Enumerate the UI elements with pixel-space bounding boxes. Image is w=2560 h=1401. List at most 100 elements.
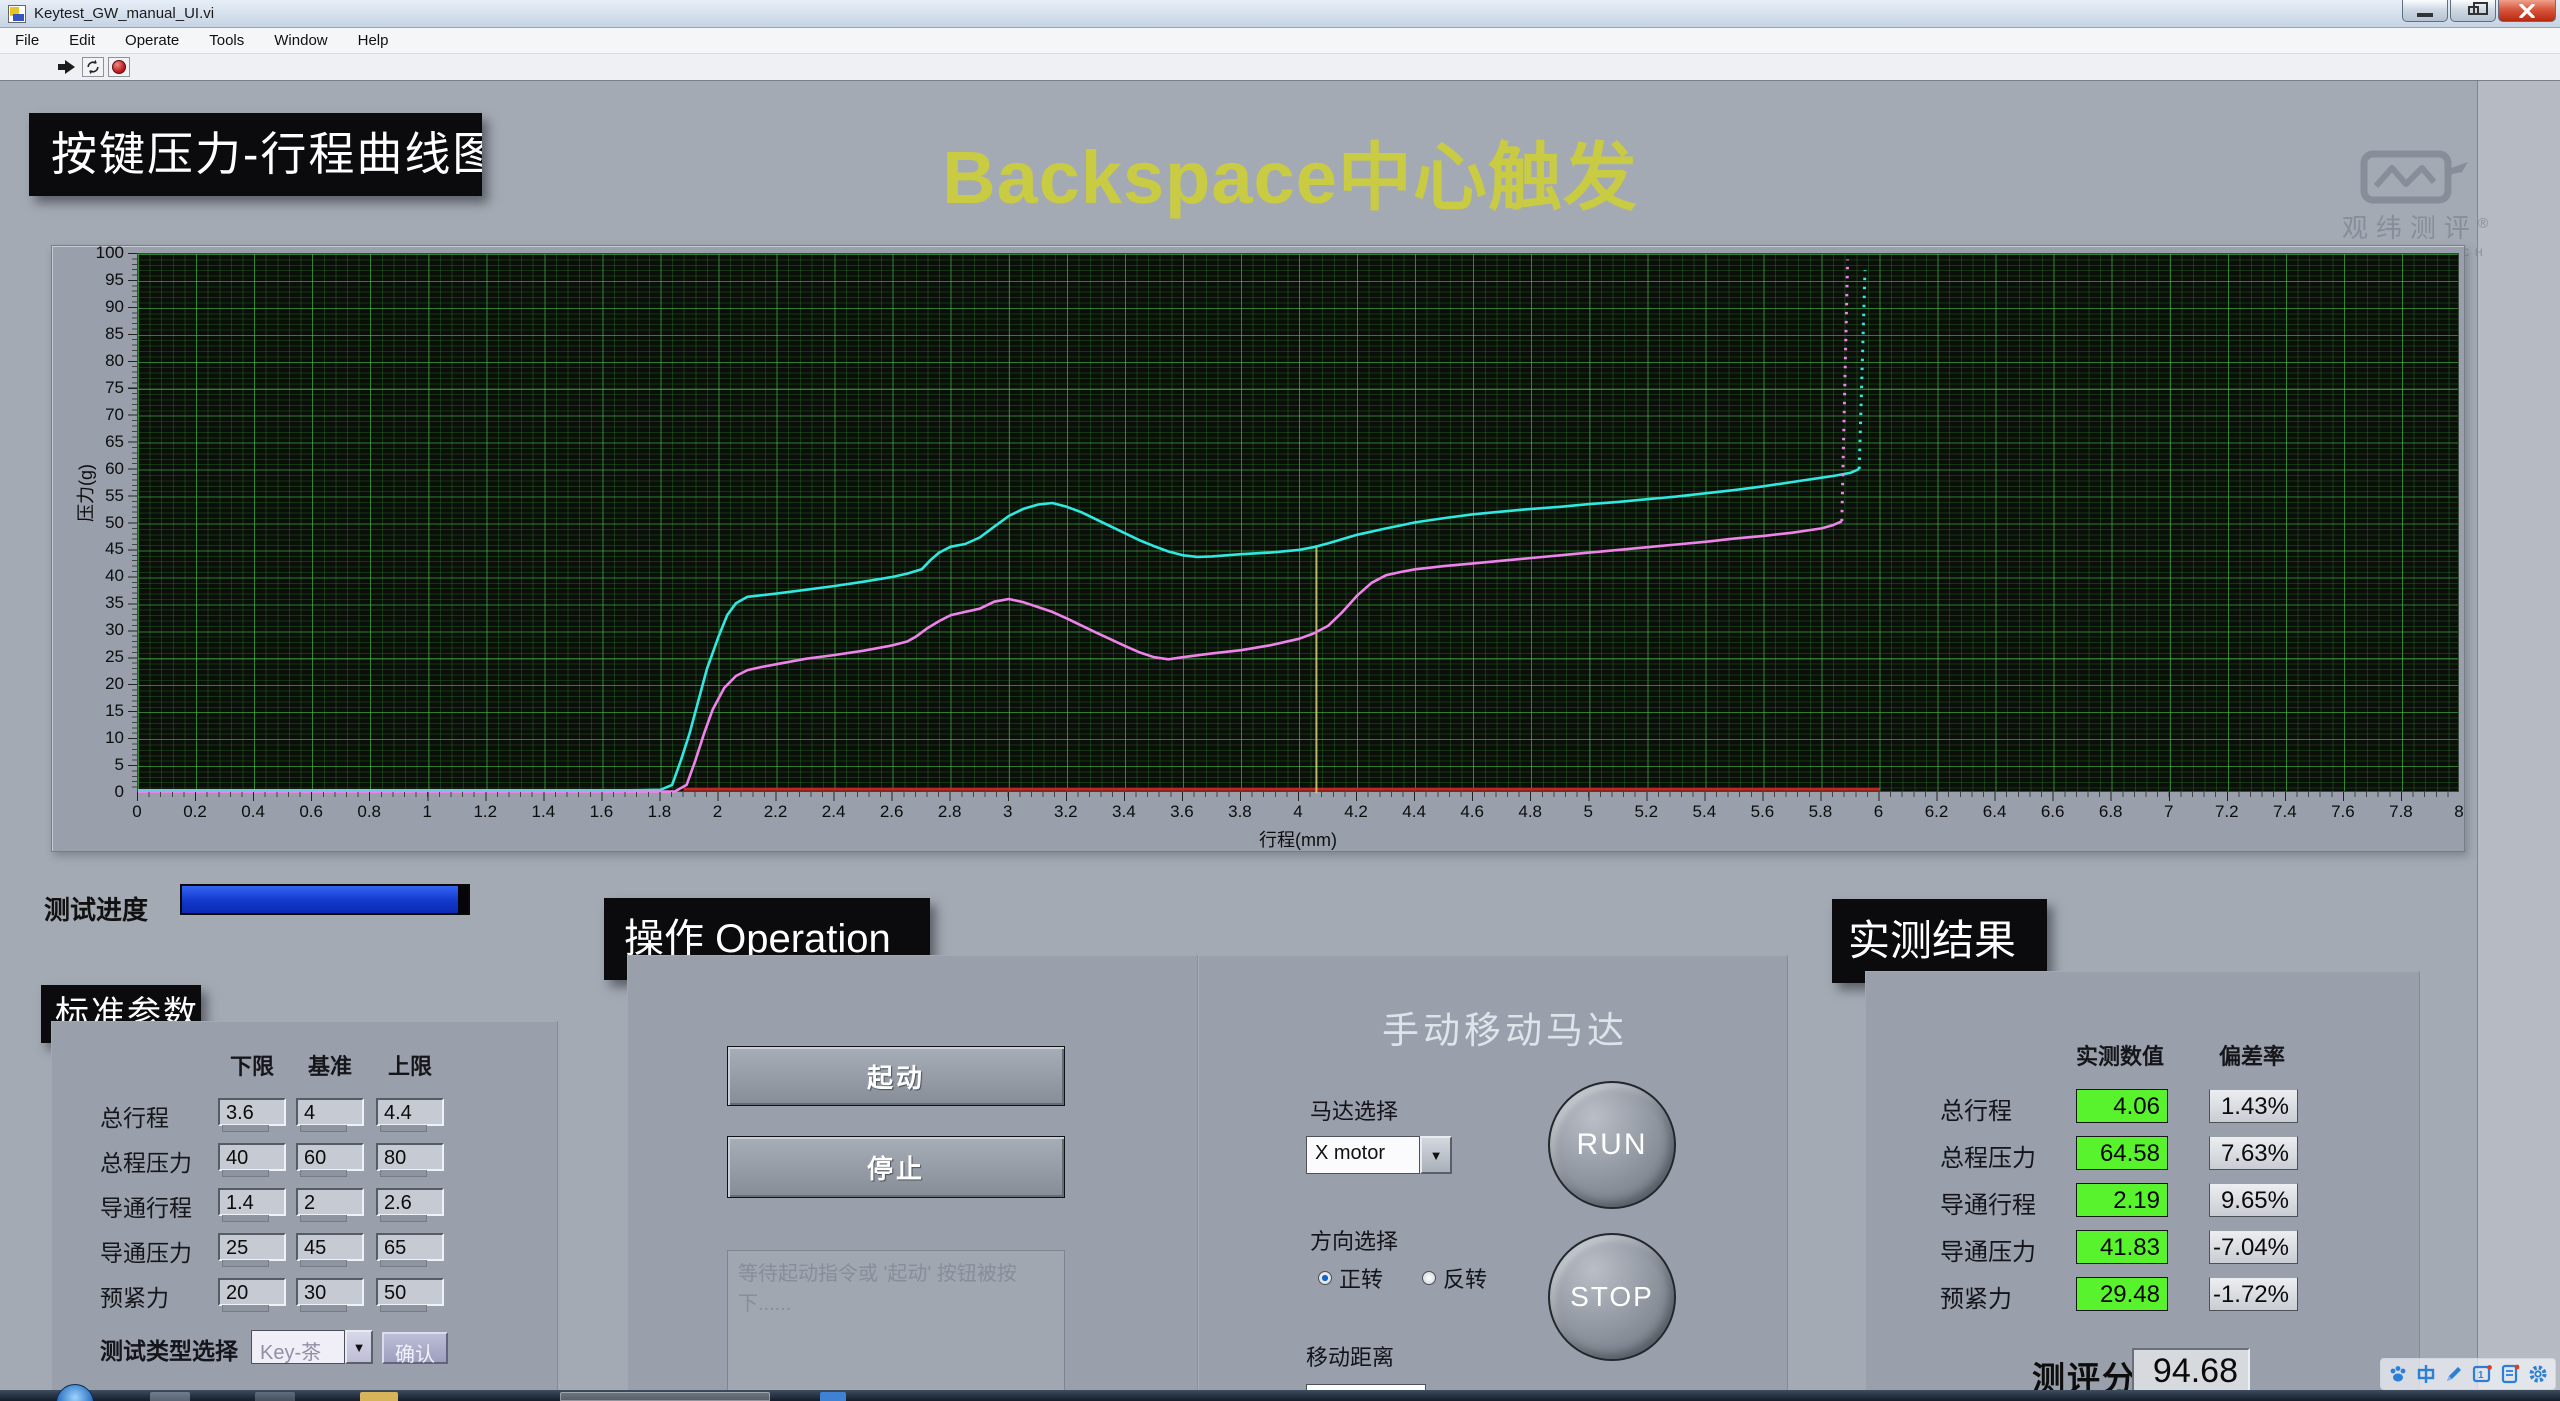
taskbar-item[interactable]	[150, 1392, 190, 1401]
x-tick-label: 6.4	[1965, 802, 2025, 822]
x-tick-label: 3.8	[1210, 802, 1270, 822]
param-field-r0c2[interactable]: 4.4	[376, 1098, 444, 1126]
stop-button[interactable]: 停止	[727, 1136, 1065, 1198]
x-tick-label: 2.6	[862, 802, 922, 822]
run-continuous-icon[interactable]	[82, 57, 104, 77]
y-tick-label: 20	[54, 674, 124, 694]
logo-mark-icon	[2350, 148, 2480, 206]
y-tick-label: 100	[54, 243, 124, 263]
x-tick-label: 7.6	[2313, 802, 2373, 822]
labview-window: Keytest_GW_manual_UI.vi FileEditOperateT…	[0, 0, 2560, 1401]
taskbar-item[interactable]	[255, 1392, 295, 1401]
x-tick-label: 2.2	[746, 802, 806, 822]
y-tick-label: 85	[54, 324, 124, 344]
param-row-label: 总行程	[100, 1099, 169, 1133]
confirm-button[interactable]: 确认	[382, 1332, 448, 1364]
minimize-button[interactable]	[2402, 0, 2448, 22]
x-axis-labels: 00.20.40.60.811.21.41.61.822.22.42.62.83…	[137, 800, 2459, 824]
param-field-r3c0[interactable]: 25	[218, 1233, 286, 1261]
radio-forward-icon	[1318, 1271, 1332, 1285]
y-tick-label: 95	[54, 270, 124, 290]
param-col-header: 上限	[350, 1049, 470, 1081]
x-tick-label: 2.4	[804, 802, 864, 822]
chevron-down-icon[interactable]: ▼	[1420, 1136, 1452, 1174]
chevron-down-icon[interactable]: ▼	[345, 1330, 373, 1364]
y-tick-label: 5	[54, 755, 124, 775]
direction-label: 方向选择	[1310, 1224, 1398, 1256]
chinese-input-icon[interactable]	[2415, 1363, 2437, 1385]
pencil-icon[interactable]	[2443, 1363, 2465, 1385]
param-field-r2c1[interactable]: 2	[296, 1188, 364, 1216]
param-field-r4c2[interactable]: 50	[376, 1278, 444, 1306]
taskbar-item[interactable]	[820, 1392, 846, 1401]
test-type-dropdown[interactable]: Key-茶▼	[251, 1330, 373, 1364]
param-field-r3c2[interactable]: 65	[376, 1233, 444, 1261]
param-field-r2c0[interactable]: 1.4	[218, 1188, 286, 1216]
param-field-r1c2[interactable]: 80	[376, 1143, 444, 1171]
window-title: Keytest_GW_manual_UI.vi	[34, 5, 214, 22]
gear-icon[interactable]	[2527, 1363, 2549, 1385]
menu-tools[interactable]: Tools	[194, 32, 259, 49]
x-tick-label: 7.4	[2255, 802, 2315, 822]
x-tick-label: 6.8	[2081, 802, 2141, 822]
param-field-r1c0[interactable]: 40	[218, 1143, 286, 1171]
notes-icon[interactable]	[2499, 1363, 2521, 1385]
result-row-label: 总程压力	[1940, 1138, 2036, 1173]
press-curve-tail	[1859, 270, 1865, 469]
menu-help[interactable]: Help	[343, 32, 404, 49]
x-tick-label: 0.8	[339, 802, 399, 822]
param-field-r0c0[interactable]: 3.6	[218, 1098, 286, 1126]
x-tick-label: 0.4	[223, 802, 283, 822]
x-tick-label: 4	[1268, 802, 1328, 822]
y-tick-label: 15	[54, 701, 124, 721]
restore-button[interactable]	[2450, 0, 2496, 22]
menu-file[interactable]: File	[0, 32, 54, 49]
y-tick-label: 10	[54, 728, 124, 748]
param-field-r3c1[interactable]: 45	[296, 1233, 364, 1261]
taskbar-active-item[interactable]	[560, 1392, 770, 1401]
measured-value-box: 41.83	[2076, 1230, 2168, 1264]
measured-value-box: 29.48	[2076, 1277, 2168, 1311]
deviation-col-header: 偏差率	[2192, 1039, 2312, 1071]
deviation-box: 7.63%	[2209, 1136, 2298, 1170]
param-field-r4c0[interactable]: 20	[218, 1278, 286, 1306]
radio-reverse[interactable]: 反转	[1422, 1262, 1487, 1294]
run-icon[interactable]	[56, 57, 78, 77]
x-tick-label: 1.4	[513, 802, 573, 822]
radio-forward-label: 正转	[1339, 1262, 1383, 1294]
x-tick-label: 6.2	[1907, 802, 1967, 822]
x-tick-label: 0.6	[281, 802, 341, 822]
y-tick-label: 25	[54, 647, 124, 667]
press-curve	[138, 469, 1859, 790]
abort-icon[interactable]	[108, 57, 130, 77]
measured-value-box: 4.06	[2076, 1089, 2168, 1123]
motor-select-value: X motor	[1306, 1136, 1420, 1174]
motor-select-dropdown[interactable]: X motor ▼	[1306, 1136, 1452, 1174]
return-curve	[138, 521, 1842, 792]
taskbar-folder-item[interactable]	[360, 1392, 398, 1401]
menu-operate[interactable]: Operate	[110, 32, 194, 49]
calendar-icon[interactable]: 1	[2471, 1363, 2493, 1385]
radio-forward[interactable]: 正转	[1318, 1262, 1383, 1294]
y-tick-label: 90	[54, 297, 124, 317]
menu-window[interactable]: Window	[259, 32, 342, 49]
x-tick-label: 5.2	[1616, 802, 1676, 822]
run-button[interactable]: RUN	[1548, 1081, 1676, 1209]
param-field-r0c1[interactable]: 4	[296, 1098, 364, 1126]
motor-stop-button[interactable]: STOP	[1548, 1233, 1676, 1361]
brand-logo: 观纬测评® QUANWEI TECH	[2290, 148, 2540, 259]
param-field-r4c1[interactable]: 30	[296, 1278, 364, 1306]
x-tick-label: 5.4	[1674, 802, 1734, 822]
result-row-label: 总行程	[1940, 1091, 2012, 1126]
param-field-r1c1[interactable]: 60	[296, 1143, 364, 1171]
progress-label: 测试进度	[44, 890, 148, 927]
close-button[interactable]	[2498, 0, 2556, 22]
menu-edit[interactable]: Edit	[54, 32, 110, 49]
x-tick-label: 3.2	[1036, 802, 1096, 822]
start-button[interactable]: 起动	[727, 1046, 1065, 1106]
paw-icon[interactable]	[2387, 1363, 2409, 1385]
y-tick-label: 75	[54, 378, 124, 398]
y-tick-label: 80	[54, 351, 124, 371]
motor-section-title: 手动移动马达	[1290, 1000, 1720, 1054]
param-field-r2c2[interactable]: 2.6	[376, 1188, 444, 1216]
